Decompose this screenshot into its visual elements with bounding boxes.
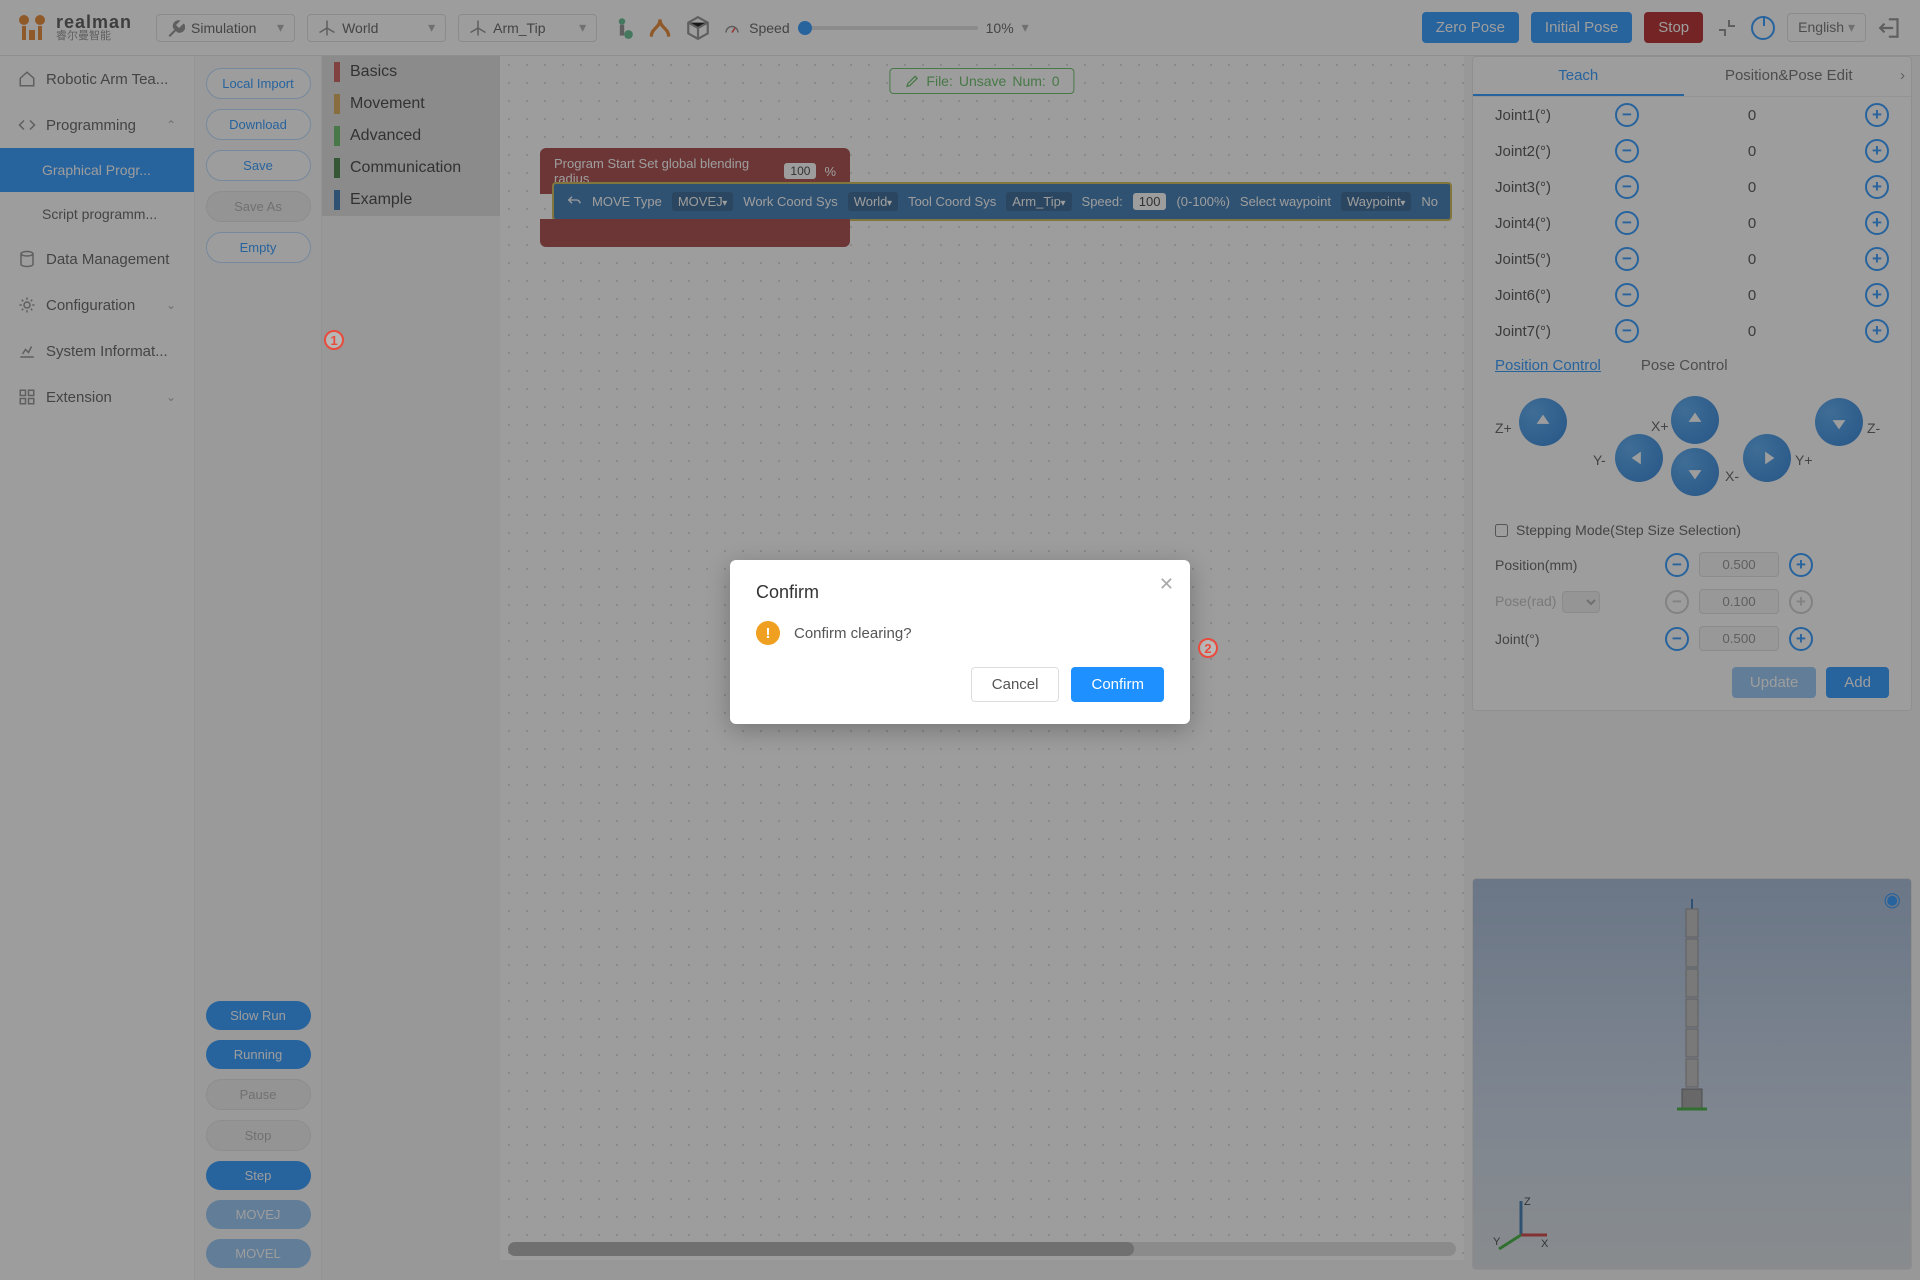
dialog-cancel-button[interactable]: Cancel <box>971 667 1060 702</box>
dialog-title: Confirm <box>756 582 1164 603</box>
confirm-dialog: ✕ Confirm ! Confirm clearing? Cancel Con… <box>730 560 1190 724</box>
dialog-confirm-button[interactable]: Confirm <box>1071 667 1164 702</box>
warning-icon: ! <box>756 621 780 645</box>
dialog-message: Confirm clearing? <box>794 625 912 642</box>
close-icon[interactable]: ✕ <box>1159 574 1174 595</box>
annotation-1: 1 <box>324 330 344 350</box>
modal-overlay: ✕ Confirm ! Confirm clearing? Cancel Con… <box>0 0 1920 1280</box>
annotation-2: 2 <box>1198 638 1218 658</box>
